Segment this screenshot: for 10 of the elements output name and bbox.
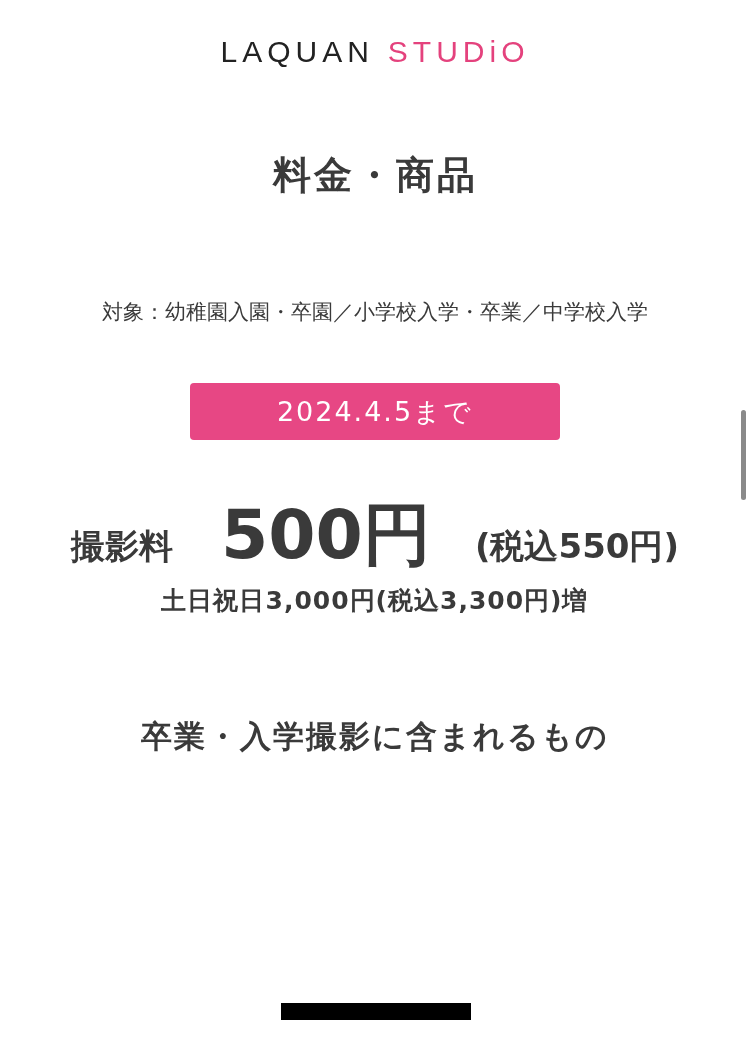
section-heading: 卒業・入学撮影に含まれるもの	[141, 717, 609, 756]
target-text: 対象：幼稚園入園・卒園／小学校入学・卒業／中学校入学	[101, 299, 649, 326]
page-title: 料金・商品	[272, 152, 478, 199]
price-label: 撮影料	[71, 526, 173, 566]
logo-text: STUDiO	[387, 34, 530, 70]
tax-note: (税込550円)	[474, 526, 679, 566]
logo-text: LAQUAN	[220, 34, 374, 70]
surcharge-text: 土日祝日3,000円(税込3,300円)増	[161, 585, 589, 617]
deadline-badge: 2024.4.5まで	[190, 383, 560, 440]
price-amount: 500円	[221, 495, 431, 574]
